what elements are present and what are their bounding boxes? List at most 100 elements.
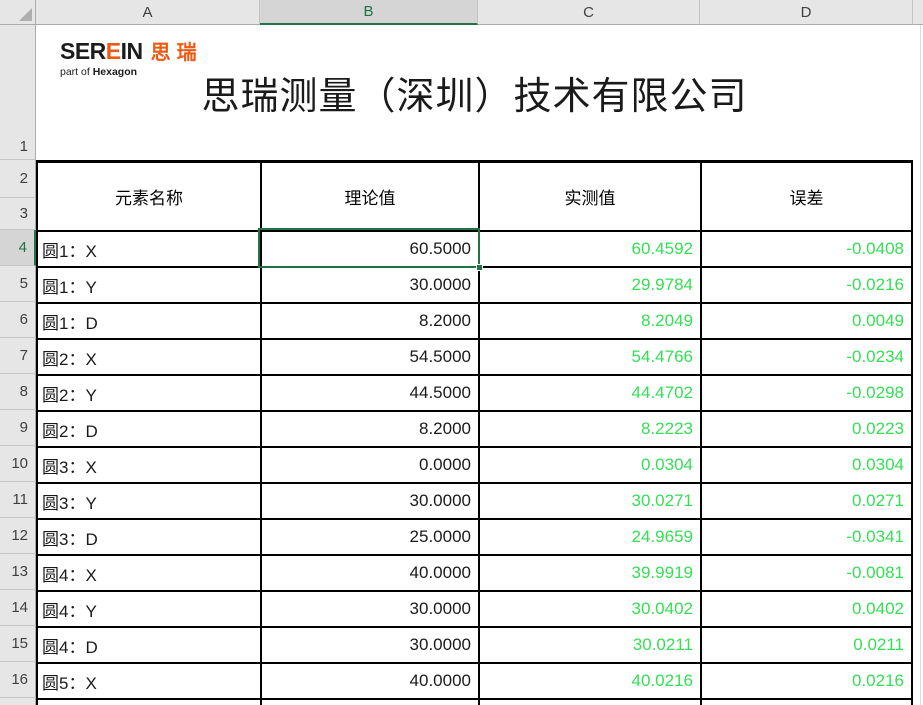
cell-B8[interactable]: 44.5000 (260, 376, 478, 410)
fill-handle[interactable] (476, 264, 483, 271)
row-header-13[interactable]: 13 (0, 554, 36, 590)
header-error[interactable]: 误差 (700, 163, 911, 230)
cell-D6[interactable]: 0.0049 (700, 304, 911, 338)
cell-B13[interactable]: 40.0000 (260, 556, 478, 590)
row-header-2[interactable]: 2 (0, 160, 36, 198)
column-header-C[interactable]: C (478, 0, 700, 25)
cell-B7[interactable]: 54.5000 (260, 340, 478, 374)
row-header-partial[interactable] (0, 698, 36, 705)
cell-B16[interactable]: 40.0000 (260, 664, 478, 698)
cell-C4[interactable]: 60.4592 (478, 232, 700, 266)
cell-D8[interactable]: -0.0298 (700, 376, 911, 410)
cell-C11[interactable]: 30.0271 (478, 484, 700, 518)
cell-A8[interactable]: 圆2：Y (38, 376, 260, 410)
company-title: 思瑞测量（深圳）技术有限公司 (36, 65, 913, 120)
cell-A16[interactable]: 圆5：X (38, 664, 260, 698)
row-header-4[interactable]: 4 (0, 230, 36, 266)
header-nominal[interactable]: 理论值 (260, 163, 478, 230)
table-row: 圆3：X0.00000.03040.0304 (38, 446, 911, 482)
cell-A14[interactable]: 圆4：Y (38, 592, 260, 626)
cell-C6[interactable]: 8.2049 (478, 304, 700, 338)
table-row: 圆1：X60.500060.4592-0.0408 (38, 230, 911, 266)
serein-logo-wordmark: SEREIN思瑞 (60, 40, 203, 63)
cell-C7[interactable]: 54.4766 (478, 340, 700, 374)
cell-B10[interactable]: 0.0000 (260, 448, 478, 482)
header-element-name[interactable]: 元素名称 (38, 163, 260, 230)
row-header-12[interactable]: 12 (0, 518, 36, 554)
cell-D4[interactable]: -0.0408 (700, 232, 911, 266)
table-row: 圆1：D8.20008.20490.0049 (38, 302, 911, 338)
row-header-6[interactable]: 6 (0, 302, 36, 338)
table-row: 圆4：X40.000039.9919-0.0081 (38, 554, 911, 590)
spreadsheet: A B C D 12345678910111213141516 SEREIN思瑞… (0, 0, 923, 705)
cell-D13[interactable]: -0.0081 (700, 556, 911, 590)
column-header-strip: A B C D (0, 0, 923, 25)
row-header-5[interactable]: 5 (0, 266, 36, 302)
cell-D9[interactable]: 0.0223 (700, 412, 911, 446)
cell-D16[interactable]: 0.0216 (700, 664, 911, 698)
cell-D17[interactable] (700, 700, 911, 705)
row-header-3[interactable]: 3 (0, 198, 36, 230)
select-all-button[interactable] (0, 0, 36, 25)
sheet-content: SEREIN思瑞 part of Hexagon 思瑞测量（深圳）技术有限公司 … (36, 25, 923, 705)
cell-C13[interactable]: 39.9919 (478, 556, 700, 590)
column-header-D[interactable]: D (700, 0, 913, 25)
cell-D14[interactable]: 0.0402 (700, 592, 911, 626)
cell-B17[interactable] (260, 700, 478, 705)
table-row: 圆4：Y30.000030.04020.0402 (38, 590, 911, 626)
cell-B9[interactable]: 8.2000 (260, 412, 478, 446)
cell-B14[interactable]: 30.0000 (260, 592, 478, 626)
cell-C9[interactable]: 8.2223 (478, 412, 700, 446)
cell-A9[interactable]: 圆2：D (38, 412, 260, 446)
cell-B6[interactable]: 8.2000 (260, 304, 478, 338)
cell-A15[interactable]: 圆4：D (38, 628, 260, 662)
cell-D15[interactable]: 0.0211 (700, 628, 911, 662)
column-header-A[interactable]: A (36, 0, 260, 25)
cell-B5[interactable]: 30.0000 (260, 268, 478, 302)
cell-B12[interactable]: 25.0000 (260, 520, 478, 554)
cell-C5[interactable]: 29.9784 (478, 268, 700, 302)
cell-B11[interactable]: 30.0000 (260, 484, 478, 518)
cell-A4[interactable]: 圆1：X (38, 232, 260, 266)
cell-D10[interactable]: 0.0304 (700, 448, 911, 482)
cell-A10[interactable]: 圆3：X (38, 448, 260, 482)
row-header-14[interactable]: 14 (0, 590, 36, 626)
row-header-10[interactable]: 10 (0, 446, 36, 482)
cell-C15[interactable]: 30.0211 (478, 628, 700, 662)
cell-A12[interactable]: 圆3：D (38, 520, 260, 554)
column-header-B[interactable]: B (260, 0, 478, 25)
cell-A6[interactable]: 圆1：D (38, 304, 260, 338)
row-header-8[interactable]: 8 (0, 374, 36, 410)
table-header-row: 元素名称 理论值 实测值 误差 (38, 163, 911, 230)
cell-A17[interactable] (38, 700, 260, 705)
cell-D5[interactable]: -0.0216 (700, 268, 911, 302)
row-header-9[interactable]: 9 (0, 410, 36, 446)
cell-C12[interactable]: 24.9659 (478, 520, 700, 554)
cell-D12[interactable]: -0.0341 (700, 520, 911, 554)
cell-B15[interactable]: 30.0000 (260, 628, 478, 662)
cell-A13[interactable]: 圆4：X (38, 556, 260, 590)
cell-B4[interactable]: 60.5000 (260, 232, 478, 266)
cell-D11[interactable]: 0.0271 (700, 484, 911, 518)
logo-text-prefix: SER (60, 38, 106, 64)
row-header-1[interactable]: 1 (0, 25, 36, 160)
cell-A5[interactable]: 圆1：Y (38, 268, 260, 302)
cell-A7[interactable]: 圆2：X (38, 340, 260, 374)
row-header-16[interactable]: 16 (0, 662, 36, 698)
row-header-15[interactable]: 15 (0, 626, 36, 662)
table-row: 圆3：Y30.000030.02710.0271 (38, 482, 911, 518)
cell-C16[interactable]: 40.0216 (478, 664, 700, 698)
cell-A11[interactable]: 圆3：Y (38, 484, 260, 518)
row-header-7[interactable]: 7 (0, 338, 36, 374)
cell-C8[interactable]: 44.4702 (478, 376, 700, 410)
table-row: 圆3：D25.000024.9659-0.0341 (38, 518, 911, 554)
select-all-triangle-icon (19, 8, 32, 21)
table-row: 圆2：X54.500054.4766-0.0234 (38, 338, 911, 374)
cell-C10[interactable]: 0.0304 (478, 448, 700, 482)
logo-text-accent: E (106, 38, 121, 64)
cell-C14[interactable]: 30.0402 (478, 592, 700, 626)
cell-D7[interactable]: -0.0234 (700, 340, 911, 374)
row-header-11[interactable]: 11 (0, 482, 36, 518)
cell-C17[interactable] (478, 700, 700, 705)
header-measured[interactable]: 实测值 (478, 163, 700, 230)
